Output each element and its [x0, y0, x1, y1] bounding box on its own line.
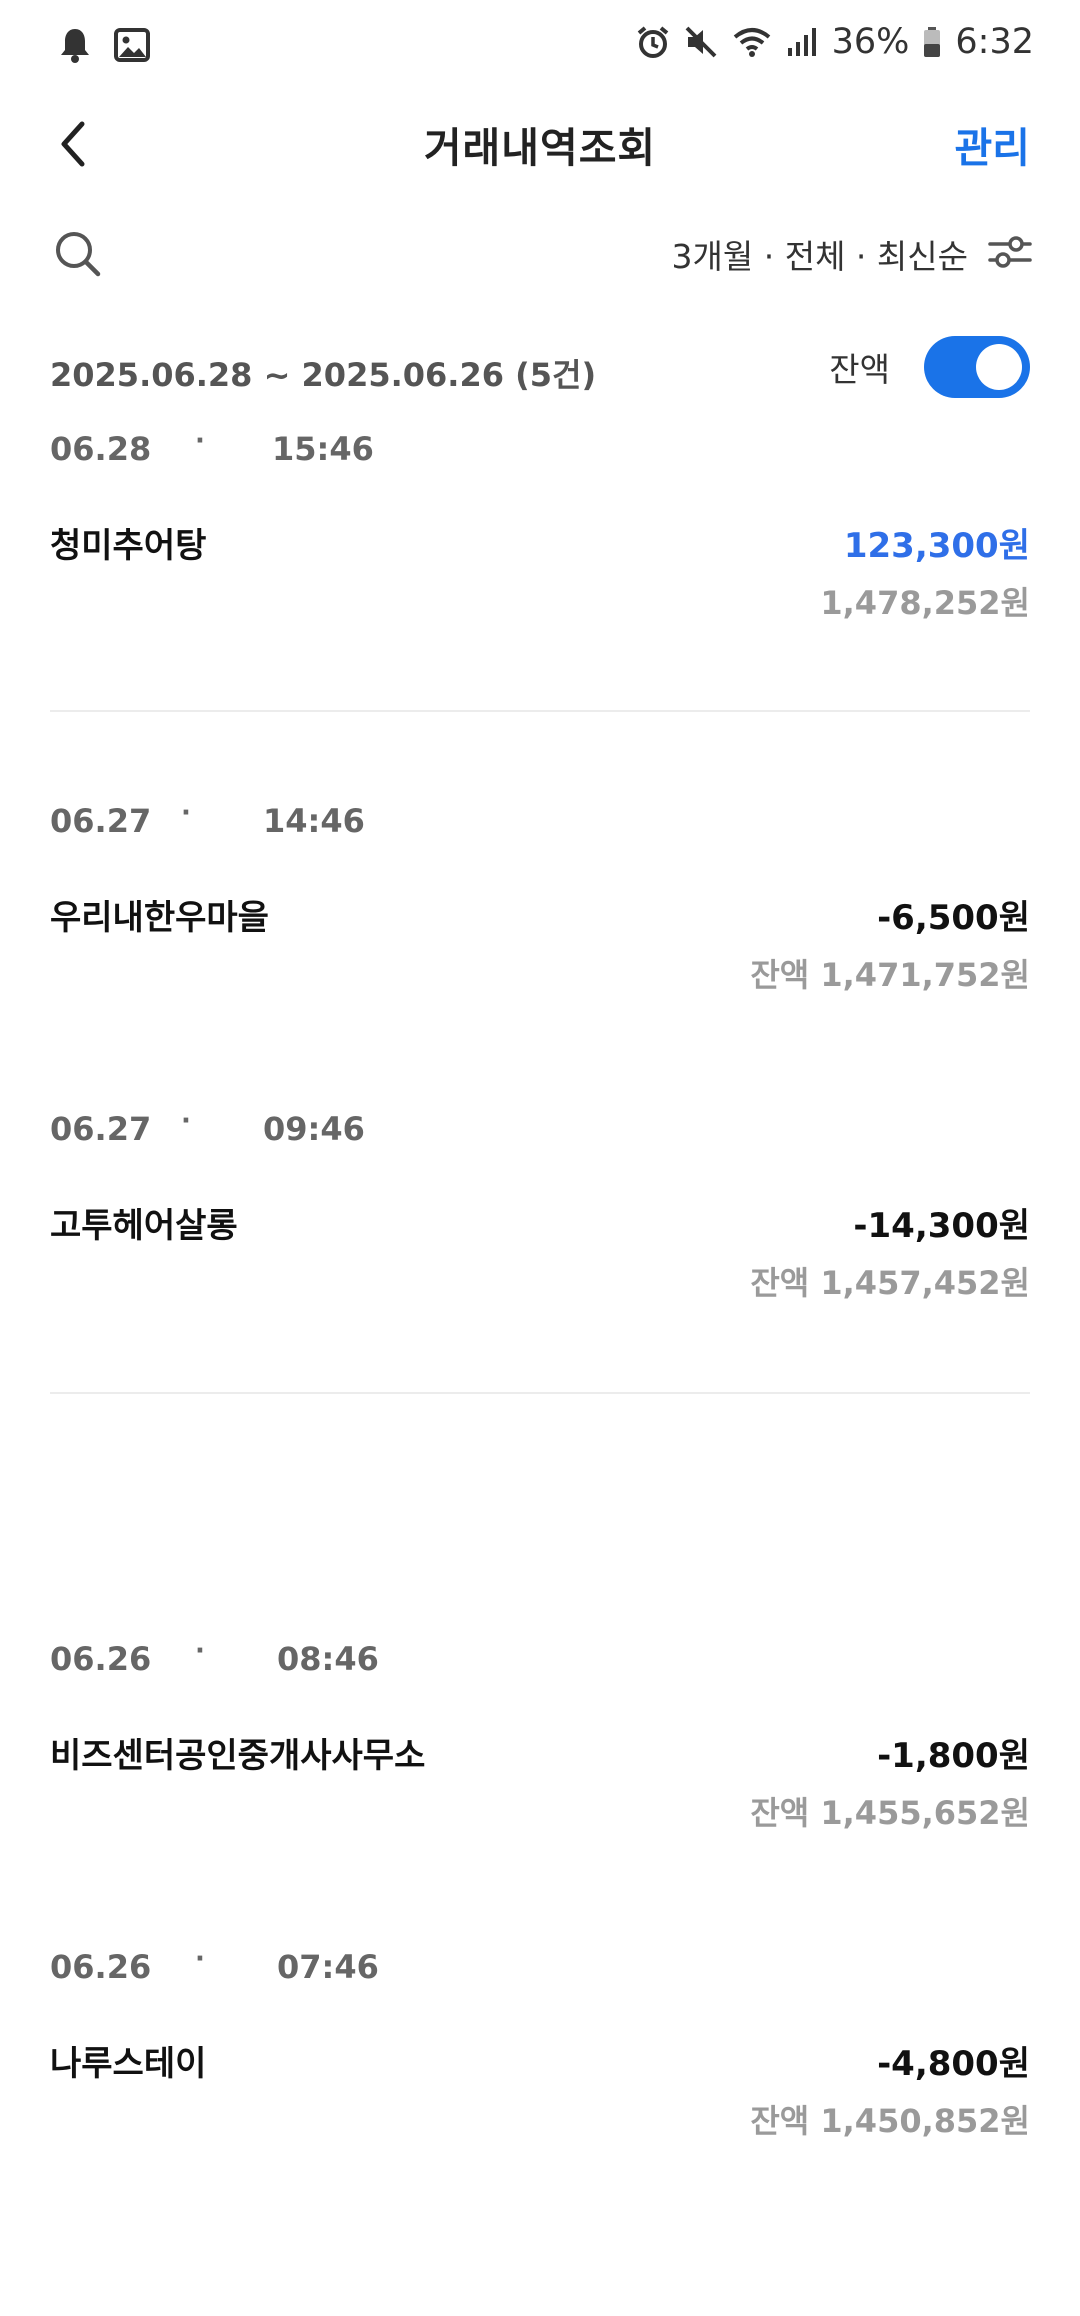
manage-button[interactable]: 관리	[955, 114, 1030, 174]
wifi-icon	[732, 25, 772, 59]
transaction-time: 09:46	[263, 1110, 365, 1148]
separator-dot: ·	[195, 1944, 205, 1974]
transaction-time: 07:46	[277, 1948, 379, 1986]
transaction-amount: -4,800원	[877, 2044, 1030, 2084]
transaction-item[interactable]: 06.26 · 07:46 나루스테이 -4,800원 잔액 1,450,852…	[0, 1944, 1080, 2148]
transaction-amount: -14,300원	[853, 1206, 1030, 1246]
transaction-item[interactable]: 06.27 · 14:46 우리내한우마을 -6,500원 잔액 1,471,7…	[0, 798, 1080, 1002]
alarm-icon	[636, 25, 670, 59]
summary-row: 2025.06.28 ~ 2025.06.26 (5건) 잔액	[0, 330, 1080, 410]
clock-time: 6:32	[955, 22, 1034, 62]
transaction-name: 고투헤어살롱	[50, 1206, 238, 1246]
transaction-history-screen: 36% 6:32 거래내역조회 관리 3개월 · 전체 · 최신순 2025.0…	[0, 0, 1080, 2316]
transaction-amount: -6,500원	[877, 898, 1030, 938]
transaction-item[interactable]: 06.28 · 15:46 청미추어탕 123,300원 1,478,252원	[0, 426, 1080, 630]
transaction-date: 06.27	[50, 1110, 152, 1148]
transaction-time: 14:46	[263, 802, 365, 840]
separator-dot: ·	[181, 798, 191, 828]
balance-toggle[interactable]	[924, 336, 1030, 398]
transaction-date: 06.27	[50, 802, 152, 840]
transaction-time: 15:46	[272, 430, 374, 468]
transaction-balance: 잔액 1,450,852원	[750, 2102, 1030, 2140]
date-range-text: 2025.06.28 ~ 2025.06.26 (5건)	[50, 356, 597, 394]
balance-label: 잔액	[829, 350, 890, 389]
transaction-balance: 1,478,252원	[820, 584, 1030, 622]
transaction-balance: 잔액 1,455,652원	[750, 1794, 1030, 1832]
transaction-balance: 잔액 1,471,752원	[750, 956, 1030, 994]
transaction-name: 청미추어탕	[50, 526, 207, 566]
transaction-name: 비즈센터공인중개사사무소	[50, 1736, 426, 1776]
battery-icon	[923, 26, 941, 58]
transaction-date: 06.26	[50, 1640, 152, 1678]
gallery-icon	[114, 28, 150, 62]
transaction-amount: 123,300원	[843, 526, 1030, 566]
transaction-item[interactable]: 06.26 · 08:46 비즈센터공인중개사사무소 -1,800원 잔액 1,…	[0, 1636, 1080, 1840]
battery-percent: 36%	[831, 22, 910, 62]
balance-toggle-group: 잔액	[829, 336, 1030, 398]
transaction-name: 나루스테이	[50, 2044, 207, 2084]
status-bar: 36% 6:32	[0, 0, 1080, 96]
filter-options-button[interactable]: 3개월 · 전체 · 최신순	[672, 230, 1032, 278]
transaction-time: 08:46	[277, 1640, 379, 1678]
separator-dot: ·	[195, 426, 205, 456]
transaction-item[interactable]: 06.27 · 09:46 고투헤어살롱 -14,300원 잔액 1,457,4…	[0, 1106, 1080, 1310]
filter-summary-text: 3개월 · 전체 · 최신순	[671, 237, 968, 276]
transaction-amount: -1,800원	[877, 1736, 1030, 1776]
filter-row: 3개월 · 전체 · 최신순	[0, 220, 1080, 290]
search-icon	[52, 232, 104, 284]
transaction-date: 06.26	[50, 1948, 152, 1986]
mute-icon	[684, 25, 718, 59]
divider	[50, 710, 1030, 712]
transaction-balance: 잔액 1,457,452원	[750, 1264, 1030, 1302]
search-button[interactable]	[52, 228, 104, 280]
divider	[50, 1392, 1030, 1394]
slider-filter-icon	[988, 232, 1032, 276]
separator-dot: ·	[181, 1106, 191, 1136]
separator-dot: ·	[195, 1636, 205, 1666]
transaction-date: 06.28	[50, 430, 152, 468]
toggle-knob	[976, 344, 1022, 390]
notification-bell-icon	[58, 26, 92, 64]
app-header: 거래내역조회 관리	[0, 100, 1080, 188]
page-title: 거래내역조회	[423, 124, 657, 172]
signal-icon	[786, 26, 818, 58]
transaction-name: 우리내한우마을	[50, 898, 269, 938]
